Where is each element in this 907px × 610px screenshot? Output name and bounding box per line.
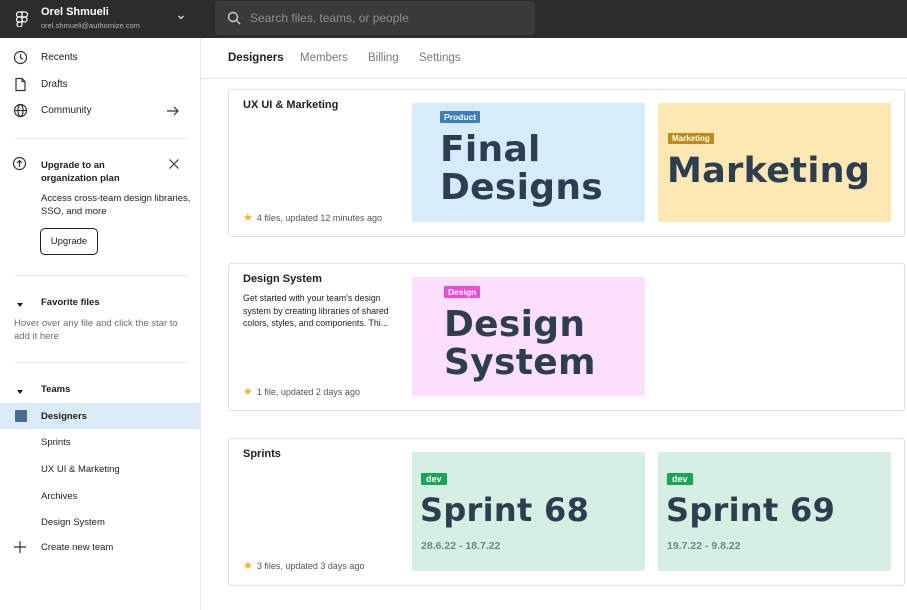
team-label: Archives [41,491,78,502]
file-title: Design System [444,304,596,383]
project-meta-text: 1 file, updated 2 days ago [256,387,360,397]
file-subtitle: 19.7.22 - 9.8.22 [667,540,741,552]
project-card[interactable]: Sprints ★ 3 files, updated 3 days ago dev… [228,438,905,586]
sidebar-item-archives[interactable]: Archives [0,483,201,509]
search-input[interactable] [250,8,520,28]
file-title: Sprint 69 [666,491,836,529]
chevron-down-icon[interactable] [176,12,186,22]
divider [15,362,187,363]
file-badge: Marketing [668,133,714,144]
teams-title[interactable]: Teams [41,384,70,395]
sidebar-item-ux-ui-marketing[interactable]: UX UI & Marketing [0,456,201,482]
sidebar: Recents Drafts Community Upgrade to an o… [0,38,201,610]
caret-down-icon[interactable] [17,386,23,394]
sidebar-item-community[interactable]: Community [0,98,201,124]
team-label: UX UI & Marketing [41,464,120,475]
project-meta: ★ 1 file, updated 2 days ago [243,385,360,398]
file-title: Final Designs [440,129,603,208]
sidebar-item-designers[interactable]: Designers [0,403,201,429]
team-label: Designers [41,411,87,422]
arrow-up-circle-icon [12,156,27,171]
file-icon [13,77,28,92]
sidebar-item-design-system[interactable]: Design System [0,509,201,535]
favorite-files-title[interactable]: Favorite files [41,297,100,308]
project-meta: ★ 3 files, updated 3 days ago [243,559,364,572]
file-title: Sprint 68 [420,491,590,529]
star-icon: ★ [243,560,253,572]
project-card[interactable]: UX UI & Marketing ★ 4 files, updated 12 m… [228,89,905,237]
search-icon [227,11,241,25]
project-title[interactable]: Design System [243,273,322,285]
project-description: Get started with your team's design syst… [243,293,389,328]
file-thumbnail[interactable]: Product Final Designs [412,103,645,222]
project-meta: ★ 4 files, updated 12 minutes ago [243,211,382,224]
top-bar: Orel Shmueli orel.shmueli@authomize.com [0,0,907,38]
project-title[interactable]: Sprints [243,448,281,460]
project-list: UX UI & Marketing ★ 4 files, updated 12 m… [201,79,907,610]
tab-settings[interactable]: Settings [419,52,461,64]
project-meta-text: 4 files, updated 12 minutes ago [256,213,382,223]
file-thumbnail[interactable]: dev Sprint 69 19.7.22 - 9.8.22 [658,452,891,571]
star-icon: ★ [243,212,253,224]
figma-logo-icon[interactable] [14,11,30,28]
search-box[interactable] [215,1,535,35]
file-title: Marketing [667,151,871,191]
upgrade-title: Upgrade to an organization plan [41,160,120,184]
caret-down-icon[interactable] [17,299,23,307]
create-new-team-label: Create new team [41,542,114,553]
file-badge: dev [421,473,447,485]
sidebar-item-label: Recents [41,52,78,63]
team-tabs: Designers Members Billing Settings [201,38,907,79]
file-badge: Product [440,111,481,123]
user-email: orel.shmueli@authomize.com [41,21,140,30]
sidebar-item-sprints[interactable]: Sprints [0,429,201,455]
divider [15,275,187,276]
project-meta-text: 3 files, updated 3 days ago [256,561,365,571]
tab-billing[interactable]: Billing [368,52,399,64]
sidebar-item-recents[interactable]: Recents [0,45,201,71]
file-subtitle: 28.6.22 - 18.7.22 [421,540,501,552]
tab-designers[interactable]: Designers [228,52,284,64]
favorite-files-hint: Hover over any file and click the star t… [14,318,178,342]
file-badge: Design [444,286,481,298]
project-title[interactable]: UX UI & Marketing [243,99,338,111]
file-thumbnail[interactable]: Design Design System [412,277,645,396]
team-label: Sprints [41,437,71,448]
user-name[interactable]: Orel Shmueli [41,6,109,18]
divider [15,138,187,139]
star-icon: ★ [243,386,253,398]
globe-icon [13,103,28,118]
close-icon[interactable] [168,158,180,170]
arrow-right-icon [166,105,180,117]
sidebar-item-drafts[interactable]: Drafts [0,72,201,98]
create-new-team-button[interactable]: Create new team [0,535,201,561]
plus-icon [13,540,27,554]
clock-icon [13,50,28,65]
upgrade-description: Access cross-team design libraries, SSO,… [41,193,191,217]
upgrade-button[interactable]: Upgrade [40,228,98,255]
project-card[interactable]: Design System Get started with your team… [228,263,905,411]
sidebar-item-label: Community [41,105,92,116]
team-label: Design System [41,517,105,528]
file-thumbnail[interactable]: dev Sprint 68 28.6.22 - 18.7.22 [412,452,645,571]
sidebar-item-label: Drafts [41,79,68,90]
tab-members[interactable]: Members [300,52,348,64]
file-thumbnail[interactable]: Marketing Marketing [658,103,891,222]
file-badge: dev [667,473,693,485]
team-square-icon [15,410,27,422]
